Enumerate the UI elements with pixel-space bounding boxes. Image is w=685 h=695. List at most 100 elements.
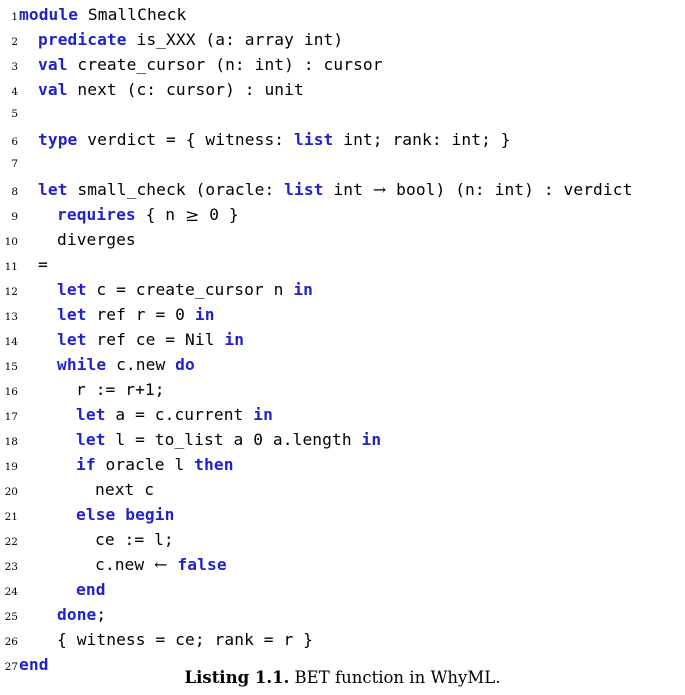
- keyword-token: in: [224, 330, 245, 349]
- line-number: 21: [4, 511, 18, 523]
- code-token: ce := l;: [95, 530, 174, 549]
- code-line: 17 let a = c.current in: [0, 402, 685, 427]
- code-line: 4 val next (c: cursor) : unit: [0, 77, 685, 102]
- code-line: 23 c.new ← false: [0, 552, 685, 577]
- keyword-token: in: [361, 430, 382, 449]
- code-text: let a = c.current in: [18, 402, 273, 427]
- code-line: 15 while c.new do: [0, 352, 685, 377]
- code-text: let c = create_cursor n in: [18, 277, 313, 302]
- line-number: 3: [11, 61, 18, 73]
- code-token: int: [323, 180, 373, 199]
- code-line: 20 next c: [0, 477, 685, 502]
- line-number: 24: [4, 586, 18, 598]
- code-text: let small_check (oracle: list int → bool…: [18, 177, 632, 202]
- code-token: c.new: [95, 555, 155, 574]
- keyword-token: in: [253, 405, 273, 424]
- code-line: 6 type verdict = { witness: list int; ran…: [0, 127, 685, 152]
- code-line: 1 module SmallCheck: [0, 2, 685, 27]
- line-number: 18: [4, 436, 18, 448]
- code-text: requires { n ≥ 0 }: [18, 202, 239, 228]
- line-number: 20: [4, 486, 18, 498]
- keyword-token: let: [76, 430, 106, 449]
- code-text: end: [18, 577, 106, 602]
- keyword-token: do: [175, 355, 195, 374]
- keyword-token: in: [194, 305, 215, 324]
- code-line: 12 let c = create_cursor n in: [0, 277, 685, 302]
- line-number: 11: [4, 261, 18, 273]
- code-text: while c.new do: [18, 352, 195, 377]
- greater-equal-icon: ≥: [185, 206, 200, 226]
- code-text: val create_cursor (n: int) : cursor: [18, 52, 383, 77]
- code-token: c.new: [106, 355, 176, 374]
- keyword-token: let: [57, 330, 87, 349]
- keyword-token: done: [57, 605, 97, 624]
- keyword-token: requires: [57, 205, 136, 224]
- code-text: done;: [18, 602, 106, 627]
- code-token: r := r+1;: [76, 380, 165, 399]
- line-number: 23: [4, 561, 18, 573]
- keyword-token: val: [38, 80, 68, 99]
- code-token: diverges: [57, 230, 136, 249]
- left-arrow-icon: ←: [154, 555, 168, 574]
- keyword-token: end: [76, 580, 106, 599]
- code-text: let ref ce = Nil in: [18, 327, 244, 352]
- line-number: 19: [4, 461, 18, 473]
- keyword-token: let: [57, 305, 87, 324]
- code-line: 24 end: [0, 577, 685, 602]
- line-number: 26: [4, 636, 18, 648]
- code-token: SmallCheck: [78, 5, 187, 24]
- keyword-token: list: [294, 130, 334, 149]
- keyword-token: predicate: [38, 30, 127, 49]
- caption-label: Listing 1.1.: [184, 668, 290, 687]
- line-number: 1: [11, 11, 18, 23]
- keyword-token: let: [76, 405, 106, 424]
- line-number: 17: [4, 411, 18, 423]
- code-token: a = c.current: [105, 405, 254, 424]
- line-number: 5: [11, 108, 18, 120]
- code-token: create_cursor (n: int) : cursor: [67, 55, 383, 74]
- code-text: let ref r = 0 in: [18, 302, 215, 327]
- caption-text: BET function in WhyML.: [289, 668, 501, 687]
- code-token: is_XXX (a: array int): [126, 30, 344, 49]
- right-arrow-icon: →: [372, 180, 387, 199]
- code-line: 25 done;: [0, 602, 685, 627]
- line-number: 13: [4, 311, 18, 323]
- code-token: oracle l: [95, 455, 195, 474]
- line-number: 10: [4, 236, 18, 248]
- line-number: 12: [4, 286, 18, 298]
- code-token: verdict = { witness:: [77, 130, 294, 149]
- code-text: val next (c: cursor) : unit: [18, 77, 304, 102]
- code-line: 21 else begin: [0, 502, 685, 527]
- code-line: 5: [0, 102, 685, 127]
- code-line: 22 ce := l;: [0, 527, 685, 552]
- code-text: type verdict = { witness: list int; rank…: [18, 127, 511, 152]
- keyword-token: type: [38, 130, 78, 149]
- code-listing: 1 module SmallCheck 2 predicate is_XXX (a: …: [0, 0, 685, 677]
- code-text: next c: [18, 477, 154, 502]
- code-token: bool) (n: int) : verdict: [386, 180, 633, 199]
- code-line: 18 let l = to_list a 0 a.length in: [0, 427, 685, 452]
- keyword-token: false: [177, 555, 227, 574]
- code-line: 19 if oracle l then: [0, 452, 685, 477]
- code-token: int; rank: int; }: [333, 130, 511, 149]
- code-text: c.new ← false: [18, 552, 227, 577]
- code-line: 13 let ref r = 0 in: [0, 302, 685, 327]
- keyword-token: let: [38, 180, 68, 199]
- code-text: ce := l;: [18, 527, 174, 552]
- code-token: next (c: cursor) : unit: [67, 80, 304, 99]
- line-number: 25: [4, 611, 18, 623]
- code-line: 11 =: [0, 252, 685, 277]
- code-text: module SmallCheck: [18, 2, 186, 27]
- code-text: predicate is_XXX (a: array int): [18, 27, 343, 52]
- keyword-token: then: [194, 455, 234, 474]
- code-token: c = create_cursor n: [86, 280, 294, 299]
- code-line: 3 val create_cursor (n: int) : cursor: [0, 52, 685, 77]
- code-line: 7: [0, 152, 685, 177]
- keyword-token: else begin: [76, 505, 175, 524]
- code-token: l = to_list a 0 a.length: [105, 430, 362, 449]
- keyword-token: module: [19, 5, 79, 24]
- line-number: 7: [11, 158, 18, 170]
- code-line: 2 predicate is_XXX (a: array int): [0, 27, 685, 52]
- code-token: ;: [96, 605, 107, 624]
